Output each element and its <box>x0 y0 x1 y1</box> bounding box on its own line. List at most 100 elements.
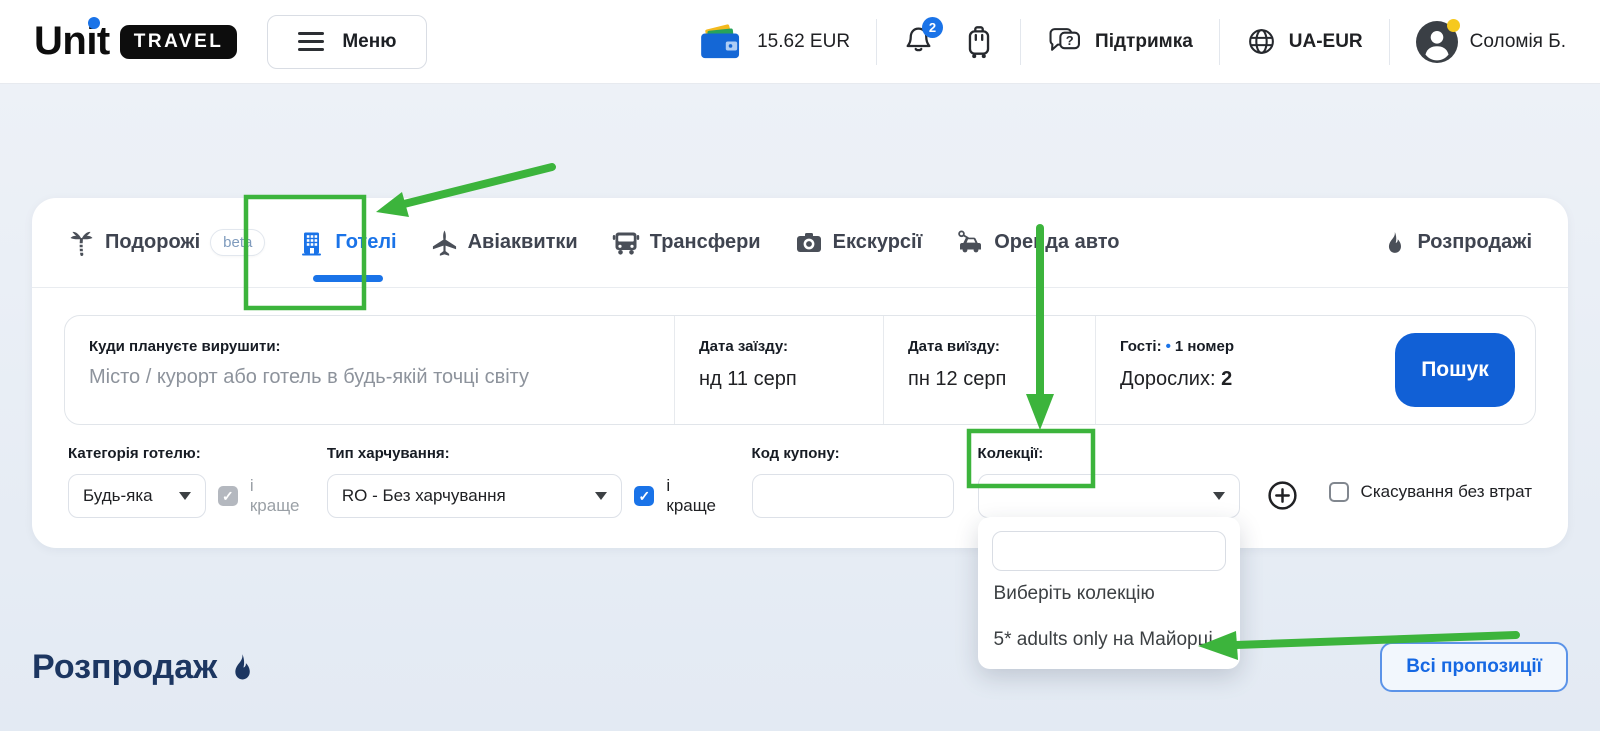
checkout-label: Дата виїзду: <box>908 338 1071 355</box>
locale-currency-button[interactable]: UA-EUR <box>1246 26 1363 57</box>
guests-field[interactable]: Гості:•1 номер Дорослих: 2 <box>1095 316 1395 424</box>
tab-label: Екскурсії <box>833 231 923 254</box>
all-offers-button[interactable]: Всі пропозиції <box>1380 642 1568 692</box>
svg-text:?: ? <box>1066 33 1074 48</box>
guests-summary: Гості:•1 номер <box>1120 338 1371 355</box>
tab-label: Авіаквитки <box>468 231 578 254</box>
car-key-icon <box>956 229 984 257</box>
bus-icon <box>612 229 640 257</box>
free-cancellation-checkbox[interactable] <box>1329 482 1349 502</box>
tab-trips[interactable]: Подорожі beta <box>68 198 265 287</box>
divider <box>1389 19 1390 65</box>
tab-flights[interactable]: Авіаквитки <box>431 198 578 287</box>
chevron-down-icon <box>1213 492 1225 500</box>
dot-separator: • <box>1166 338 1171 355</box>
divider <box>876 19 877 65</box>
brand-travel-badge: TRAVEL <box>120 25 238 59</box>
tab-label: Трансфери <box>650 231 761 254</box>
coupon-group: Код купону: <box>752 445 954 518</box>
hotel-category-group: Категорія готелю: Будь-яка і краще <box>68 445 307 518</box>
notifications-button[interactable]: 2 <box>903 24 934 59</box>
collection-option-mallorca[interactable]: 5* adults only на Майорці <box>992 617 1226 663</box>
active-tab-underline <box>313 275 383 282</box>
add-collection-button[interactable] <box>1266 479 1299 512</box>
collections-dropdown: Виберіть колекцію 5* adults only на Майо… <box>978 517 1240 669</box>
coupon-label: Код купону: <box>752 445 954 462</box>
destination-label: Куди плануєте вирушити: <box>89 338 650 355</box>
collections-search-input[interactable] <box>992 531 1226 571</box>
sales-section-header: Розпродаж Всі пропозиції <box>32 642 1568 692</box>
free-cancellation-label: Скасування без втрат <box>1361 482 1532 502</box>
hotel-category-label: Категорія готелю: <box>68 445 307 462</box>
chevron-down-icon <box>595 492 607 500</box>
chevron-down-icon <box>179 492 191 500</box>
page-background: Подорожі beta Готелі <box>0 84 1600 731</box>
product-tabs: Подорожі beta Готелі <box>32 198 1568 288</box>
top-navbar: Unit TRAVEL Меню 15.62 EUR <box>0 0 1600 84</box>
menu-label: Меню <box>342 31 396 53</box>
checkout-date-field[interactable]: Дата виїзду: пн 12 серп <box>883 316 1095 424</box>
collections-group: Колекції: Виберіть колекцію 5* adults on… <box>978 445 1240 518</box>
coupon-input[interactable] <box>752 474 954 518</box>
tab-car-rental[interactable]: Оренда авто <box>956 198 1119 287</box>
support-button[interactable]: ? Підтримка <box>1047 26 1193 57</box>
tab-label: Розпродажі <box>1417 231 1532 254</box>
search-card: Подорожі beta Готелі <box>32 198 1568 548</box>
hotel-category-select[interactable]: Будь-яка <box>68 474 206 518</box>
sales-title: Розпродаж <box>32 648 257 687</box>
brand-name: Unit <box>34 19 110 64</box>
search-button[interactable]: Пошук <box>1395 333 1515 407</box>
hamburger-icon <box>298 32 324 51</box>
filters-row: Категорія готелю: Будь-яка і краще Тип х… <box>32 425 1568 548</box>
destination-input[interactable] <box>89 366 650 389</box>
meal-type-select[interactable]: RO - Без харчування <box>327 474 623 518</box>
beta-badge: beta <box>210 229 265 256</box>
tab-sales[interactable]: Розпродажі <box>1382 198 1532 287</box>
avatar <box>1416 21 1458 63</box>
meal-type-label: Тип харчування: <box>327 445 724 462</box>
status-dot <box>1447 19 1460 32</box>
checkin-date-field[interactable]: Дата заїзду: нд 11 серп <box>674 316 883 424</box>
destination-field[interactable]: Куди плануєте вирушити: <box>65 316 674 424</box>
trips-luggage-button[interactable] <box>964 25 994 59</box>
hotel-building-icon <box>299 230 325 256</box>
checkin-label: Дата заїзду: <box>699 338 859 355</box>
locale-label: UA-EUR <box>1289 31 1363 53</box>
user-account-button[interactable]: Соломія Б. <box>1416 21 1566 63</box>
tab-transfers[interactable]: Трансфери <box>612 198 761 287</box>
wallet-icon <box>699 24 745 60</box>
wallet-button[interactable]: 15.62 EUR <box>699 24 850 60</box>
tab-label: Готелі <box>335 231 396 254</box>
tab-hotels[interactable]: Готелі <box>299 198 396 287</box>
support-chat-icon: ? <box>1047 26 1083 57</box>
tab-label: Оренда авто <box>994 231 1119 254</box>
divider <box>1219 19 1220 65</box>
globe-icon <box>1246 26 1277 57</box>
tab-label: Подорожі <box>105 231 200 254</box>
collection-option-placeholder[interactable]: Виберіть колекцію <box>992 571 1226 617</box>
collections-select[interactable] <box>978 474 1240 518</box>
page: Unit TRAVEL Меню 15.62 EUR <box>0 0 1600 731</box>
wallet-balance: 15.62 EUR <box>757 31 850 53</box>
category-and-better-checkbox[interactable] <box>218 486 238 506</box>
meal-and-better-label: і краще <box>666 476 723 516</box>
meal-and-better-checkbox[interactable] <box>634 486 654 506</box>
brand-dot <box>88 17 100 29</box>
notifications-count-badge: 2 <box>922 17 943 38</box>
divider <box>1020 19 1021 65</box>
menu-button[interactable]: Меню <box>267 15 427 69</box>
brand-logo[interactable]: Unit TRAVEL <box>34 19 237 64</box>
flame-icon <box>227 652 257 682</box>
plus-circle-icon <box>1266 479 1299 512</box>
meal-type-group: Тип харчування: RO - Без харчування і кр… <box>327 445 724 518</box>
camera-icon <box>795 229 823 257</box>
luggage-icon <box>964 25 994 59</box>
tab-excursions[interactable]: Екскурсії <box>795 198 923 287</box>
hotel-search-panel: Куди плануєте вирушити: Дата заїзду: нд … <box>64 315 1536 425</box>
palm-icon <box>68 229 95 256</box>
category-and-better-label: і краще <box>250 476 307 516</box>
checkin-value: нд 11 серп <box>699 368 859 391</box>
user-name: Соломія Б. <box>1470 31 1566 53</box>
free-cancellation-group: Скасування без втрат <box>1329 482 1532 502</box>
checkout-value: пн 12 серп <box>908 368 1071 391</box>
